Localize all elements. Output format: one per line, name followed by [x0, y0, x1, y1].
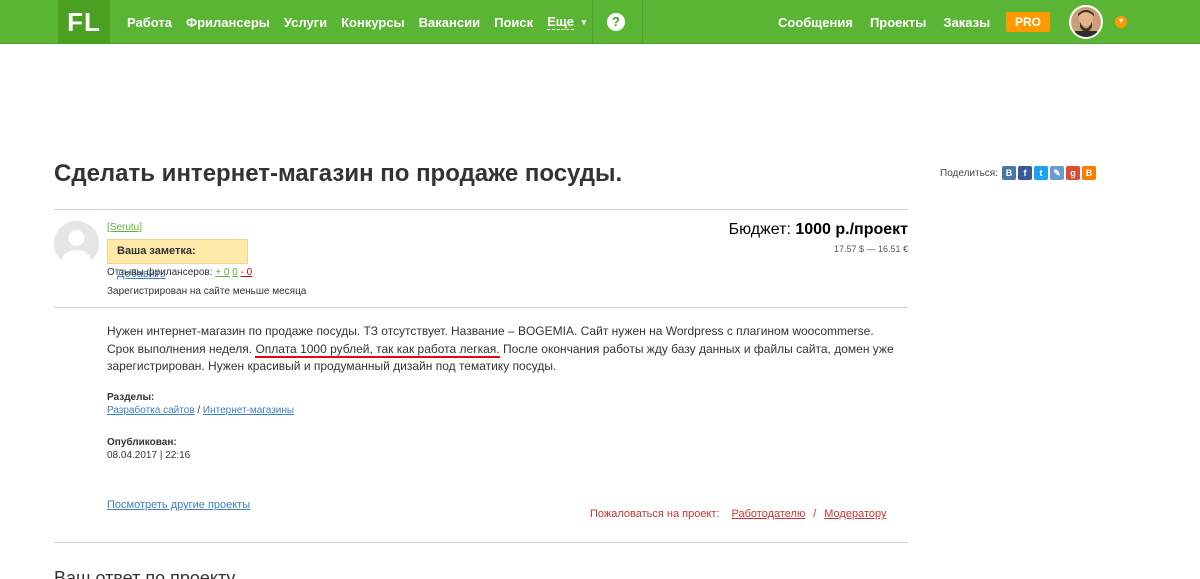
negative-reviews-link[interactable]: - 0 [241, 267, 253, 278]
divider [54, 209, 908, 210]
blogger-icon[interactable]: B [1082, 166, 1096, 180]
project-description: Нужен интернет-магазин по продаже посуды… [107, 323, 897, 376]
neutral-reviews-link[interactable]: 0 [232, 267, 238, 278]
budget: Бюджет: 1000 р./проект [729, 221, 908, 239]
nav-item-projects[interactable]: Проекты [870, 15, 926, 30]
sections-label: Разделы: [107, 392, 155, 403]
help-icon[interactable]: ? [607, 13, 625, 31]
budget-conversion: 17.57 $ — 16.51 € [833, 244, 908, 254]
budget-value: 1000 р./проект [795, 221, 908, 238]
section-separator: / [194, 405, 203, 416]
complain-separator: / [813, 508, 817, 520]
link-icon[interactable]: ✎ [1050, 166, 1064, 180]
sections: Разработка сайтов / Интернет-магазины [107, 405, 294, 416]
pro-button[interactable]: PRO [1006, 12, 1050, 32]
employer-avatar[interactable] [54, 221, 99, 266]
chevron-down-icon[interactable]: ▼ [580, 18, 588, 27]
twitter-icon[interactable]: t [1034, 166, 1048, 180]
nav-item-contests[interactable]: Конкурсы [341, 15, 405, 30]
nav-item-orders[interactable]: Заказы [943, 15, 990, 30]
divider [54, 542, 908, 543]
nav-divider [642, 0, 643, 44]
complain-block: Пожаловаться на проект: Работодателю / Моде… [590, 508, 886, 520]
google-plus-icon[interactable]: g [1066, 166, 1080, 180]
reviews-label: Отзывы фрилансеров: [107, 267, 213, 278]
section-link-online-shops[interactable]: Интернет-магазины [203, 405, 294, 416]
note-box: Ваша заметка: Добавить [107, 239, 248, 280]
user-nav: Сообщения Проекты Заказы [778, 0, 1007, 44]
fl-logo[interactable]: FL [58, 0, 110, 44]
nav-item-more[interactable]: Еще [547, 14, 574, 30]
nav-item-freelancers[interactable]: Фрилансеры [186, 15, 270, 30]
other-projects-link[interactable]: Посмотреть другие проекты [107, 499, 250, 511]
registration-info: Зарегистрирован на сайте меньше месяца [107, 286, 307, 297]
facebook-icon[interactable]: f [1018, 166, 1032, 180]
share-label: Поделиться: [940, 167, 998, 179]
page-title: Сделать интернет-магазин по продаже посу… [54, 160, 623, 187]
budget-label: Бюджет: [728, 221, 791, 238]
published-label: Опубликован: [107, 437, 177, 448]
complain-label: Пожаловаться на проект: [590, 508, 720, 520]
chevron-down-icon[interactable]: ▼ [1115, 16, 1127, 28]
published-date: 08.04.2017 | 22:16 [107, 450, 191, 461]
avatar[interactable] [1069, 5, 1103, 39]
nav-item-work[interactable]: Работа [127, 15, 172, 30]
freelancer-reviews: Отзывы фрилансеров: + 0 0 - 0 [107, 267, 252, 278]
positive-reviews-link[interactable]: + 0 [215, 267, 229, 278]
top-navigation-bar: FL Работа Фрилансеры Услуги Конкурсы Вак… [0, 0, 1200, 44]
nav-item-messages[interactable]: Сообщения [778, 15, 853, 30]
note-label: Ваша заметка: [117, 245, 196, 257]
nav-item-services[interactable]: Услуги [284, 15, 327, 30]
description-highlight: Оплата 1000 рублей, так как работа легка… [255, 341, 500, 358]
complain-moderator-link[interactable]: Модератору [824, 508, 886, 520]
section-link-web-dev[interactable]: Разработка сайтов [107, 405, 195, 416]
employer-username-link[interactable]: [Serutu] [107, 222, 142, 233]
answer-section-title: Ваш ответ по проекту [54, 568, 236, 579]
vk-icon[interactable]: В [1002, 166, 1016, 180]
complain-employer-link[interactable]: Работодателю [732, 508, 806, 520]
main-nav: Работа Фрилансеры Услуги Конкурсы Ваканс… [127, 0, 600, 44]
nav-divider [592, 0, 593, 44]
nav-item-search[interactable]: Поиск [494, 15, 533, 30]
divider [54, 307, 908, 308]
nav-item-vacancies[interactable]: Вакансии [419, 15, 480, 30]
share-bar: Поделиться: В f t ✎ g B [940, 166, 1098, 180]
